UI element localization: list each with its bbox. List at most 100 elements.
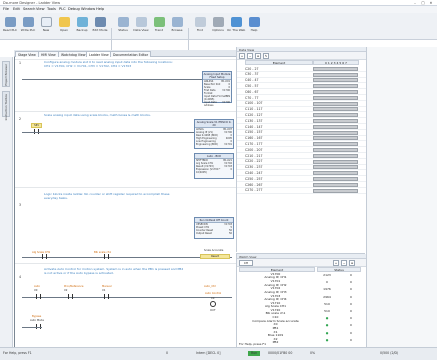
data-view-panel: Data View + − ≡ ✎ Element 0 1 2 3 4 5 6 … bbox=[236, 47, 366, 252]
open-icon bbox=[58, 17, 70, 27]
read-plc-button[interactable]: Read PLC bbox=[1, 15, 19, 37]
watch-row[interactable]: V1701 Analog IP, CH2 0 0 bbox=[237, 279, 366, 287]
bit-status-bar bbox=[313, 188, 358, 193]
element-column-header[interactable]: Element bbox=[245, 60, 313, 65]
find-button[interactable]: Find bbox=[191, 15, 209, 37]
watch-format-icon[interactable]: ≡ bbox=[349, 260, 355, 266]
watch-row[interactable]: X0 PB1 ● 0 bbox=[237, 322, 366, 330]
remove-element-icon[interactable]: − bbox=[247, 53, 253, 59]
edit-value-icon[interactable]: ✎ bbox=[263, 53, 269, 59]
menu-file[interactable]: File bbox=[3, 7, 9, 11]
pb1-contact[interactable] bbox=[36, 294, 41, 299]
contact-label: Auto bbox=[34, 285, 41, 288]
bit-status-bar bbox=[313, 89, 358, 94]
menu-tools[interactable]: Tools bbox=[47, 7, 56, 11]
bit-status-bar bbox=[313, 165, 358, 170]
display-format-icon[interactable]: ≡ bbox=[255, 53, 261, 59]
watch-row[interactable]: V1703 Analog IP, CH4 2964 0 bbox=[237, 294, 366, 302]
analog-input-module-box[interactable]: Analog Input Module Fixed Setup ANL4SS B1… bbox=[202, 71, 232, 107]
element-name: C130 - 137 bbox=[245, 118, 263, 123]
add-element-icon[interactable]: + bbox=[239, 53, 245, 59]
menu-edit[interactable]: Edit bbox=[13, 7, 20, 11]
write-plc-icon bbox=[22, 17, 34, 27]
bit-status-bar bbox=[313, 130, 358, 135]
browse-button[interactable]: Browse bbox=[168, 15, 186, 37]
scale-accurate-coil[interactable]: Result bbox=[200, 254, 230, 259]
find-icon bbox=[194, 17, 206, 27]
watch-value: 2123 bbox=[323, 273, 331, 277]
ribbon-toolbar: Read PLC Write PLC New Open Backup Edit … bbox=[0, 13, 437, 50]
bit-status-bar bbox=[313, 176, 358, 181]
ladder-editor[interactable]: 1 Configure analog module slot 0 to read… bbox=[14, 57, 236, 347]
watch-view-toolbar: CH + − ≡ bbox=[237, 259, 366, 267]
bit-status-bar bbox=[313, 113, 358, 118]
element-name: C200 - 207 bbox=[245, 147, 263, 152]
on-the-web-button[interactable]: On The Web bbox=[227, 15, 245, 37]
element-name: C150 - 157 bbox=[245, 130, 263, 135]
contact-description: Auto Mode bbox=[30, 319, 44, 322]
instruction-toolbox-tab[interactable]: Instruction Toolbox bbox=[2, 91, 10, 120]
menu-search[interactable]: Search bbox=[23, 7, 35, 11]
bit-status-bar bbox=[313, 84, 358, 89]
element-name: C50 - 57 bbox=[245, 83, 259, 88]
view-tabs: Stage View HMI View Watchdog View Ladder… bbox=[14, 50, 236, 57]
watch-row[interactable]: C10 Compare Alarm Scale accurate ● 0 bbox=[237, 315, 366, 323]
data-view-row[interactable]: C270 - 277 bbox=[237, 188, 366, 194]
element-name: C120 - 127 bbox=[245, 112, 263, 117]
analog-scale-box[interactable]: Analog Scale V1 EMSCO 0-20 ADSCL B1-007 A… bbox=[194, 119, 234, 149]
menu-plc[interactable]: PLC bbox=[59, 7, 66, 11]
add-watch-icon[interactable]: + bbox=[333, 260, 339, 266]
rung-divider bbox=[14, 111, 236, 112]
help-button[interactable]: Help bbox=[245, 15, 263, 37]
watch-value: 2964 bbox=[323, 294, 331, 299]
contact-address: X0 bbox=[34, 289, 38, 292]
menu-view[interactable]: View bbox=[36, 7, 45, 11]
bit-status-bar bbox=[313, 171, 358, 176]
rung-divider bbox=[14, 187, 236, 188]
options-button[interactable]: Options bbox=[209, 15, 227, 37]
data-view-button[interactable]: Data View bbox=[132, 15, 150, 37]
remove-watch-icon[interactable]: − bbox=[341, 260, 347, 266]
coil-label: Scale Accurate bbox=[204, 249, 224, 252]
counter-box[interactable]: Run OnPeak Off Count UPSECDIV V1703 Prese… bbox=[194, 217, 234, 239]
ribbon-separator bbox=[111, 28, 112, 50]
run-indicator: Run bbox=[248, 351, 261, 356]
proc-contact[interactable] bbox=[68, 294, 73, 299]
menu-window[interactable]: Window bbox=[81, 7, 95, 11]
backup-button[interactable]: Backup bbox=[73, 15, 91, 37]
new-button[interactable]: New bbox=[37, 15, 55, 37]
write-plc-button[interactable]: Write PLC bbox=[19, 15, 37, 37]
watch-row[interactable]: V1710 Alg Scale CH1 510 0 bbox=[237, 301, 366, 309]
watch-row[interactable]: V1720 Blk scale ch1 510 0 bbox=[237, 308, 366, 316]
web-icon bbox=[230, 17, 242, 27]
pb2-contact[interactable] bbox=[104, 294, 109, 299]
menu-help[interactable]: Help bbox=[96, 7, 104, 11]
filter-select[interactable]: CH bbox=[239, 260, 253, 266]
element-name: C160 - 167 bbox=[245, 136, 263, 141]
contact-label: Proc/Reference bbox=[64, 285, 84, 288]
compare-contact[interactable] bbox=[42, 254, 47, 259]
watch-row[interactable]: X1 Blue 1109 ● 0 bbox=[237, 330, 366, 338]
status-button[interactable]: Status bbox=[114, 15, 132, 37]
project-browser-tab[interactable]: Project Browser bbox=[2, 61, 10, 87]
menu-debug[interactable]: Debug bbox=[68, 7, 80, 11]
compare-contact[interactable] bbox=[104, 254, 109, 259]
rung-wire bbox=[22, 297, 232, 298]
bit-status-bar bbox=[313, 66, 358, 71]
math-box[interactable]: Auto - BCD SHIFTBCD B1-021 Arg Scale CH1 V… bbox=[194, 153, 234, 179]
bit-status-bar bbox=[313, 124, 358, 129]
element-name: C20 - 27 bbox=[245, 66, 259, 71]
read-plc-icon bbox=[4, 17, 16, 27]
watch-row[interactable]: V1700 Analog IP, CH1 2123 0 bbox=[237, 272, 366, 280]
backup-icon bbox=[76, 17, 88, 27]
trend-button[interactable]: Trend bbox=[150, 15, 168, 37]
watch-row[interactable]: V1702 Analog IP, CH3 1976 0 bbox=[237, 286, 366, 294]
bit-status-bar bbox=[313, 153, 358, 158]
watch-value-secondary: 0 bbox=[350, 301, 352, 306]
edit-mode-button[interactable]: Edit Mode bbox=[91, 15, 109, 37]
watch-help-text: For Help, press F1 bbox=[239, 342, 267, 346]
auto-control-coil[interactable] bbox=[210, 301, 216, 307]
contact-address: X1 bbox=[102, 289, 106, 292]
open-button[interactable]: Open bbox=[55, 15, 73, 37]
element-name: C110 - 117 bbox=[245, 107, 263, 112]
